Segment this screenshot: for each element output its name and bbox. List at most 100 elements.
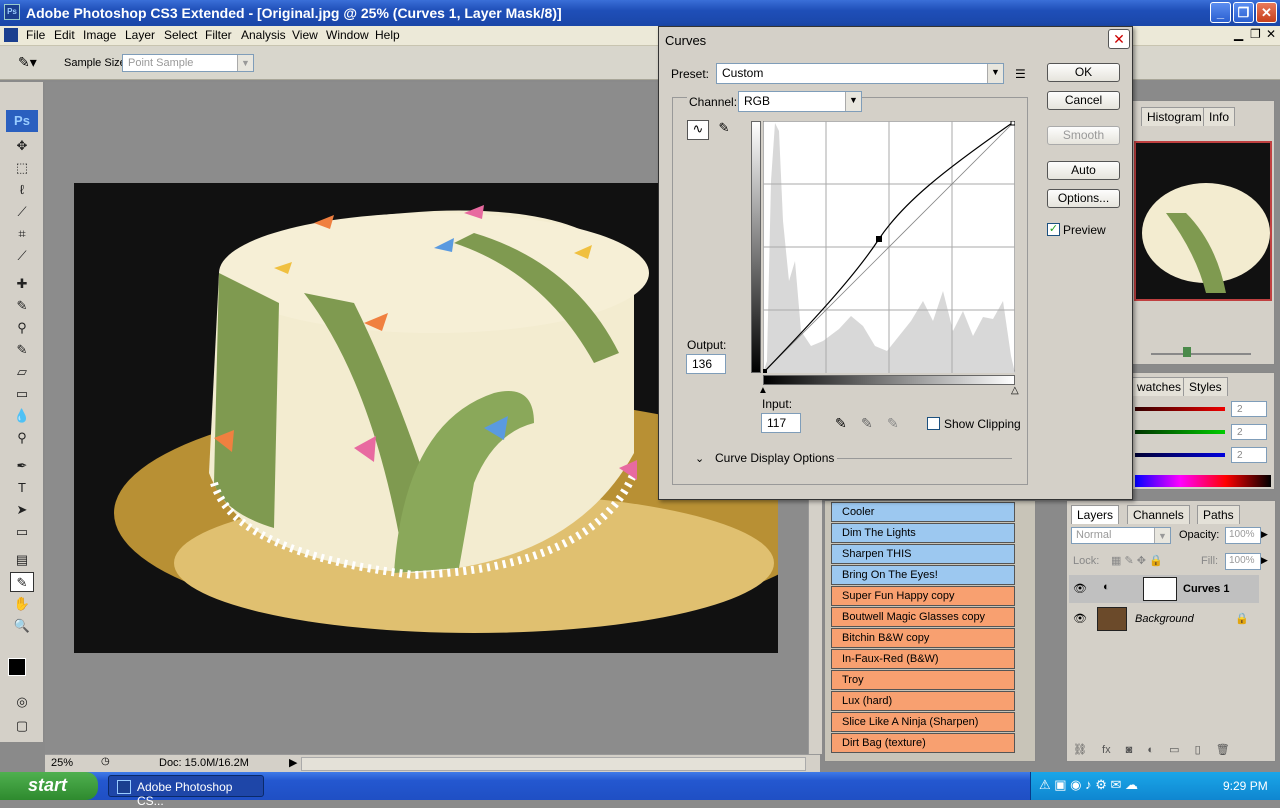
- output-field[interactable]: 136: [686, 354, 726, 374]
- crop-tool-icon[interactable]: ⌗: [10, 224, 34, 244]
- red-value[interactable]: 2: [1231, 401, 1267, 417]
- menu-help[interactable]: Help: [375, 28, 400, 42]
- add-mask-icon[interactable]: ◙: [1126, 744, 1133, 756]
- action-item[interactable]: Bring On The Eyes!: [831, 565, 1015, 585]
- slice-tool-icon[interactable]: ⟋: [10, 246, 34, 266]
- hand-tool-icon[interactable]: ✋: [10, 594, 34, 614]
- action-item[interactable]: Cooler: [831, 502, 1015, 522]
- pen-tool-icon[interactable]: ✒: [10, 456, 34, 476]
- color-ramp[interactable]: [1135, 475, 1271, 487]
- eyedropper-tool-icon[interactable]: ✎: [10, 572, 34, 592]
- preset-options-icon[interactable]: ☰: [1015, 67, 1026, 81]
- layer-row-curves[interactable]: 👁 ◐ Curves 1: [1069, 575, 1259, 603]
- ok-button[interactable]: OK: [1047, 63, 1120, 82]
- action-item[interactable]: Dim The Lights: [831, 523, 1015, 543]
- action-item[interactable]: Boutwell Magic Glasses copy: [831, 607, 1015, 627]
- auto-button[interactable]: Auto: [1047, 161, 1120, 180]
- gray-eyedropper-icon[interactable]: ✎: [861, 415, 873, 432]
- doc-restore-button[interactable]: ❐: [1250, 27, 1261, 41]
- history-brush-tool-icon[interactable]: ✎: [10, 340, 34, 360]
- status-icon[interactable]: ◷: [101, 756, 110, 767]
- status-menu-arrow-icon[interactable]: ▶: [289, 756, 297, 769]
- type-tool-icon[interactable]: T: [10, 478, 34, 498]
- menu-analysis[interactable]: Analysis: [241, 28, 286, 42]
- menu-view[interactable]: View: [292, 28, 318, 42]
- action-item[interactable]: Dirt Bag (texture): [831, 733, 1015, 753]
- action-item[interactable]: Lux (hard): [831, 691, 1015, 711]
- layer-row-background[interactable]: 👁 Background 🔒: [1069, 605, 1259, 633]
- action-item[interactable]: In-Faux-Red (B&W): [831, 649, 1015, 669]
- new-group-icon[interactable]: ▭: [1169, 744, 1179, 756]
- tab-paths[interactable]: Paths: [1197, 505, 1240, 524]
- new-layer-icon[interactable]: ▯: [1195, 744, 1201, 756]
- tab-channels[interactable]: Channels: [1127, 505, 1190, 524]
- zoom-slider-thumb[interactable]: [1183, 347, 1191, 357]
- fill-field[interactable]: 100%: [1225, 553, 1261, 570]
- tab-styles[interactable]: Styles: [1183, 377, 1228, 396]
- action-item[interactable]: Super Fun Happy copy: [831, 586, 1015, 606]
- green-value[interactable]: 2: [1231, 424, 1267, 440]
- black-point-slider[interactable]: ▲: [758, 385, 768, 396]
- eyedropper-tool-preset-icon[interactable]: ✎▾: [18, 54, 37, 71]
- path-selection-tool-icon[interactable]: ➤: [10, 500, 34, 520]
- preview-checkbox[interactable]: ✓: [1047, 223, 1060, 236]
- zoom-slider[interactable]: [1151, 353, 1251, 355]
- menu-image[interactable]: Image: [83, 28, 116, 42]
- layer-name[interactable]: Background: [1135, 613, 1194, 625]
- doc-minimize-button[interactable]: ▁: [1234, 27, 1243, 41]
- foreground-color-swatch[interactable]: [8, 658, 26, 676]
- layer-mask-thumbnail[interactable]: [1143, 577, 1177, 601]
- lock-icons[interactable]: ▦ ✎ ✥ 🔒: [1111, 554, 1163, 567]
- screen-mode-icon[interactable]: ▢: [10, 716, 34, 736]
- menu-edit[interactable]: Edit: [54, 28, 75, 42]
- preset-select[interactable]: Custom ▼: [716, 63, 1004, 84]
- layer-name[interactable]: Curves 1: [1183, 583, 1229, 595]
- blend-mode-select[interactable]: Normal ▼: [1071, 527, 1171, 544]
- tab-layers[interactable]: Layers: [1071, 505, 1120, 524]
- menu-layer[interactable]: Layer: [125, 28, 155, 42]
- zoom-tool-icon[interactable]: 🔍: [10, 616, 34, 636]
- white-eyedropper-icon[interactable]: ✎: [887, 415, 899, 432]
- expand-chevron-icon[interactable]: ⌄: [695, 452, 704, 465]
- fill-arrow-icon[interactable]: ▶: [1261, 555, 1268, 566]
- restore-button[interactable]: ❐: [1233, 2, 1254, 23]
- show-clipping-checkbox[interactable]: [927, 417, 940, 430]
- white-point-slider[interactable]: △: [1011, 385, 1019, 396]
- sample-size-select[interactable]: Point Sample ▼: [122, 54, 254, 72]
- menu-select[interactable]: Select: [164, 28, 197, 42]
- clone-stamp-tool-icon[interactable]: ⚲: [10, 318, 34, 338]
- quick-mask-icon[interactable]: ◎: [10, 692, 34, 712]
- horizontal-scrollbar[interactable]: [301, 757, 806, 771]
- channel-select[interactable]: RGB ▼: [738, 91, 862, 112]
- eye-icon[interactable]: 👁: [1073, 582, 1087, 595]
- tab-histogram[interactable]: Histogram: [1141, 107, 1208, 126]
- start-button[interactable]: start: [0, 772, 98, 800]
- marquee-tool-icon[interactable]: ⬚: [10, 158, 34, 178]
- link-layers-icon[interactable]: ⛓: [1073, 744, 1087, 756]
- dodge-tool-icon[interactable]: ⚲: [10, 428, 34, 448]
- curves-graph[interactable]: [763, 121, 1015, 373]
- taskbar-photoshop-button[interactable]: Adobe Photoshop CS...: [108, 775, 264, 808]
- action-item[interactable]: Bitchin B&W copy: [831, 628, 1015, 648]
- eraser-tool-icon[interactable]: ▱: [10, 362, 34, 382]
- green-slider[interactable]: [1135, 430, 1225, 434]
- doc-close-button[interactable]: ✕: [1266, 27, 1276, 41]
- zoom-level[interactable]: 25%: [51, 757, 73, 769]
- move-tool-icon[interactable]: ✥: [10, 136, 34, 156]
- smooth-button[interactable]: Smooth: [1047, 126, 1120, 145]
- black-eyedropper-icon[interactable]: ✎: [835, 415, 847, 432]
- new-adjustment-layer-icon[interactable]: ◐: [1147, 744, 1154, 756]
- magic-wand-tool-icon[interactable]: ⟋: [10, 202, 34, 222]
- shape-tool-icon[interactable]: ▭: [10, 522, 34, 542]
- opacity-arrow-icon[interactable]: ▶: [1261, 529, 1268, 540]
- action-item[interactable]: Troy: [831, 670, 1015, 690]
- brush-tool-icon[interactable]: ✎: [10, 296, 34, 316]
- minimize-button[interactable]: _: [1210, 2, 1231, 23]
- menu-file[interactable]: File: [26, 28, 45, 42]
- input-field[interactable]: 117: [761, 413, 801, 433]
- tray-icons[interactable]: ⚠ ▣ ◉ ♪ ⚙ ✉ ☁: [1039, 777, 1138, 793]
- options-button[interactable]: Options...: [1047, 189, 1120, 208]
- blur-tool-icon[interactable]: 💧: [10, 406, 34, 426]
- red-slider[interactable]: [1135, 407, 1225, 411]
- navigator-thumbnail[interactable]: [1134, 141, 1272, 301]
